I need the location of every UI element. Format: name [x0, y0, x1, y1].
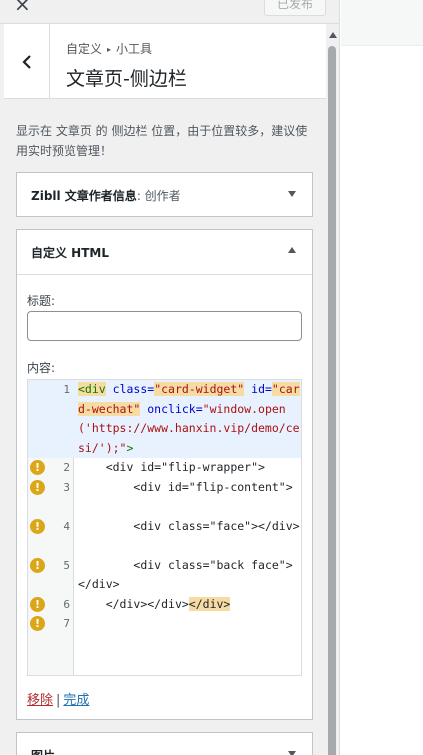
widget-actions: 移除 | 完成	[27, 689, 89, 708]
code-attr: id=	[251, 382, 272, 396]
panel-scrollbar[interactable]	[326, 24, 339, 755]
warning-icon[interactable]: !	[30, 518, 45, 534]
widget-custom-html: 自定义 HTML 标题: 内容: 1 <div class="card-widg…	[16, 229, 313, 720]
content-label: 内容:	[27, 361, 56, 375]
close-icon[interactable]: ×	[14, 0, 31, 14]
customizer-header: × 已发布	[0, 0, 339, 24]
title-input[interactable]	[27, 311, 302, 341]
breadcrumb-child: 小工具	[116, 42, 153, 56]
expand-arrow-icon[interactable]	[288, 751, 296, 755]
code-line: ! 4 <div class="face"></div>	[28, 517, 301, 556]
widget-author-info[interactable]: Zibll 文章作者信息: 创作者	[16, 172, 313, 217]
widget-title-text: Zibll 文章作者信息	[31, 188, 137, 203]
code-attr: onclick=	[147, 401, 203, 416]
breadcrumb: 自定义 ▸ 小工具	[66, 40, 152, 57]
expand-arrow-icon[interactable]	[288, 191, 296, 197]
collapse-arrow-icon[interactable]	[288, 247, 296, 253]
code-line: ! 5 <div class="back face"></div>	[28, 556, 301, 595]
code-text: </div></div></div>	[78, 595, 300, 615]
widget-title: 图片	[31, 747, 55, 755]
code-string: "card-widget"	[154, 382, 245, 396]
warning-icon[interactable]: !	[30, 616, 45, 631]
chevron-left-icon	[21, 54, 31, 69]
warning-icon[interactable]: !	[30, 460, 45, 475]
line-number: 2	[63, 461, 70, 474]
widget-title: 自定义 HTML	[31, 245, 109, 260]
scroll-up-arrow-icon[interactable]	[329, 32, 337, 38]
widget-header[interactable]: 自定义 HTML	[17, 230, 312, 274]
publish-button[interactable]: 已发布	[264, 0, 326, 16]
line-number: 3	[63, 480, 70, 494]
code-line: ! 2 <div id="flip-wrapper">	[28, 458, 301, 478]
section-header: 自定义 ▸ 小工具 文章页-侧边栏	[4, 24, 326, 99]
code-tag: >	[126, 440, 134, 455]
code-fragment: </div></div>	[78, 596, 189, 611]
code-editor[interactable]: 1 <div class="card-widget" id="card-wech…	[27, 379, 302, 676]
code-text: <div class="back face"></div>	[78, 557, 293, 592]
breadcrumb-arrow-icon: ▸	[107, 45, 112, 54]
code-tag: <div	[78, 382, 106, 396]
widget-subtitle: : 创作者	[136, 188, 181, 203]
section-description: 显示在 文章页 的 侧边栏 位置，由于位置较多，建议使用实时预览管理！	[16, 124, 308, 158]
widget-header[interactable]: Zibll 文章作者信息: 创作者	[17, 173, 312, 217]
line-number: 1	[63, 383, 70, 396]
code-fragment-matched: </div>	[188, 596, 231, 611]
code-line: 1 <div class="card-widget" id="card-wech…	[28, 380, 301, 458]
customizer-panel: × 已发布 自定义 ▸ 小工具 文章页-侧边栏 显示在 文章页 的 侧边栏 位置，由…	[0, 0, 340, 755]
line-number: 7	[63, 617, 70, 630]
remove-link[interactable]: 移除	[27, 693, 53, 708]
actions-separator: |	[56, 693, 61, 708]
code-text: <div id="flip-content">	[78, 479, 293, 494]
warning-icon[interactable]: !	[30, 557, 45, 573]
scroll-thumb[interactable]	[328, 46, 336, 755]
code-line: ! 3 <div id="flip-content">	[28, 478, 301, 517]
widget-body: 标题: 内容: 1 <div class="card-widget" id="c…	[17, 274, 312, 720]
widget-header[interactable]: 图片	[17, 733, 312, 755]
back-button[interactable]	[4, 24, 50, 99]
code-text: <div class="face"></div>	[78, 518, 300, 533]
section-title: 文章页-侧边栏	[66, 68, 187, 90]
title-label: 标题:	[27, 294, 56, 308]
code-line: ! 7	[28, 614, 301, 634]
widget-image[interactable]: 图片	[16, 732, 313, 755]
warning-icon[interactable]: !	[30, 479, 45, 495]
preview-area	[341, 0, 423, 755]
line-number: 4	[63, 519, 70, 533]
done-link[interactable]: 完成	[63, 693, 89, 708]
code-attr: class=	[112, 382, 155, 396]
line-number: 6	[63, 597, 70, 611]
preview-header	[341, 0, 423, 46]
breadcrumb-root: 自定义	[66, 42, 103, 56]
code-line: ! 6 </div></div></div>	[28, 595, 301, 615]
warning-icon[interactable]: !	[30, 596, 45, 612]
code-text: <div class="card-widget" id="card-wechat…	[78, 380, 300, 458]
code-text: <div id="flip-wrapper">	[78, 460, 265, 474]
widget-title: Zibll 文章作者信息: 创作者	[31, 187, 181, 204]
line-number: 5	[63, 558, 70, 572]
